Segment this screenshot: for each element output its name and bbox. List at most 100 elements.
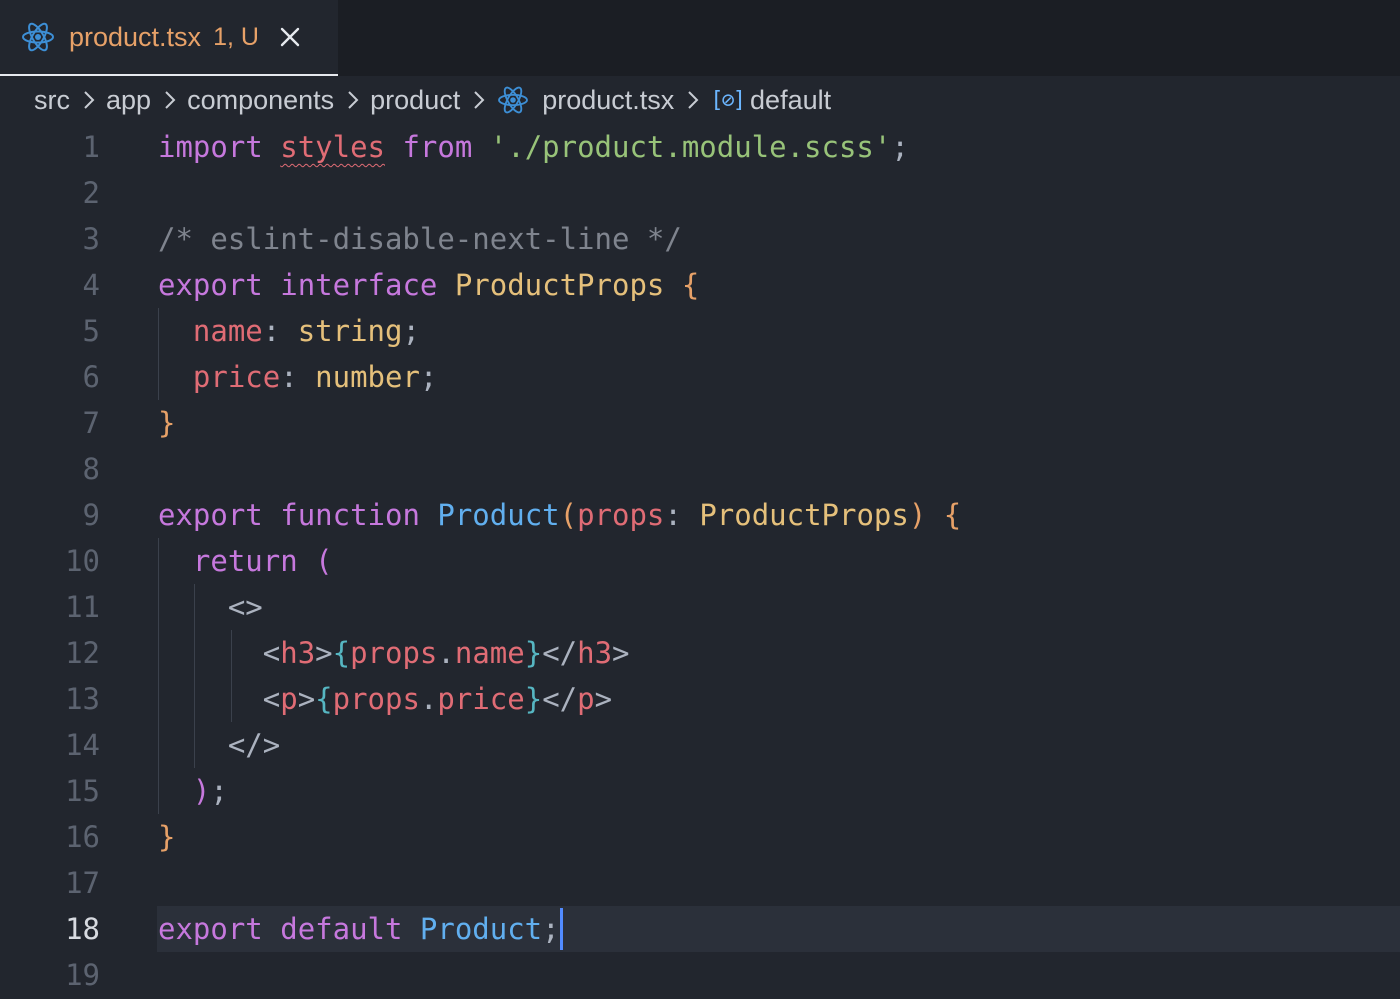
line-number: 14 xyxy=(65,728,100,762)
breadcrumb-symbol[interactable]: default xyxy=(750,85,831,116)
code-token: ; xyxy=(891,130,909,164)
code-token: export xyxy=(158,268,263,302)
code-line[interactable]: 19 xyxy=(0,952,1400,998)
code-line[interactable]: 3 /* eslint-disable-next-line */ xyxy=(0,216,1400,262)
code-text: export default Product; xyxy=(158,906,563,952)
breadcrumb-file[interactable]: product.tsx xyxy=(542,85,674,116)
close-icon[interactable] xyxy=(279,26,301,48)
code-token: </ xyxy=(542,682,578,716)
code-token: { xyxy=(681,268,700,302)
code-token: h3 xyxy=(577,636,613,670)
code-line[interactable]: 4 export interface ProductProps { xyxy=(0,262,1400,308)
code-token: : xyxy=(262,314,298,348)
react-icon xyxy=(498,86,529,114)
code-text: ); xyxy=(158,768,228,814)
line-number: 10 xyxy=(65,544,100,578)
code-line[interactable]: 14 </> xyxy=(0,722,1400,768)
code-line[interactable]: 17 xyxy=(0,860,1400,906)
code-text: return ( xyxy=(158,538,333,584)
code-token: price xyxy=(192,360,281,394)
tab-product-tsx[interactable]: product.tsx 1, U xyxy=(0,0,338,76)
code-token: ; xyxy=(210,774,228,808)
code-token: { xyxy=(315,682,333,716)
code-text: import styles from './product.module.scs… xyxy=(158,124,909,170)
code-line[interactable]: 2 xyxy=(0,170,1400,216)
code-token: ; xyxy=(542,912,560,946)
code-line[interactable]: 1 import styles from './product.module.sc… xyxy=(0,124,1400,170)
code-token: p xyxy=(577,682,595,716)
code-line[interactable]: 9 export function Product(props: ProductP… xyxy=(0,492,1400,538)
code-token: . xyxy=(419,682,438,716)
line-number: 5 xyxy=(82,314,100,348)
line-number: 1 xyxy=(82,130,100,164)
code-token: ) xyxy=(192,774,211,808)
code-token: ) xyxy=(908,498,927,532)
code-token: <> xyxy=(227,590,263,624)
breadcrumb-item-src[interactable]: src xyxy=(34,85,70,116)
code-token: : xyxy=(280,360,316,394)
code-text: } xyxy=(158,814,175,860)
code-token: props xyxy=(332,682,420,716)
tab-status-badge: 1, U xyxy=(213,22,259,51)
code-text: <h3>{props.name}</h3> xyxy=(158,630,630,676)
code-token: name xyxy=(454,636,525,670)
code-token: import xyxy=(158,130,263,164)
breadcrumb-item-app[interactable]: app xyxy=(106,85,151,116)
breadcrumb: src app components product product.tsx [… xyxy=(34,78,831,122)
code-token: from xyxy=(402,130,473,164)
tab-bar: product.tsx 1, U xyxy=(0,0,1400,76)
chevron-right-icon xyxy=(688,91,699,109)
code-line[interactable]: 16} xyxy=(0,814,1400,860)
chevron-right-icon xyxy=(165,91,176,109)
line-number: 19 xyxy=(65,958,100,992)
breadcrumb-item-components[interactable]: components xyxy=(187,85,334,116)
code-token: price xyxy=(437,682,525,716)
line-number: 15 xyxy=(65,774,100,808)
line-number: 2 xyxy=(82,176,100,210)
chevron-right-icon xyxy=(348,91,359,109)
code-line[interactable]: 11 <> xyxy=(0,584,1400,630)
code-line[interactable]: 7} xyxy=(0,400,1400,446)
code-line[interactable]: 15 ); xyxy=(0,768,1400,814)
chevron-right-icon xyxy=(84,91,95,109)
tab-filename: product.tsx xyxy=(69,21,202,52)
line-number: 13 xyxy=(65,682,100,716)
code-line[interactable]: 18 export default Product; xyxy=(0,906,1400,952)
code-token: > xyxy=(594,682,613,716)
react-icon xyxy=(22,22,54,52)
code-token: export xyxy=(158,912,263,946)
code-line[interactable]: 5 name: string; xyxy=(0,308,1400,354)
code-token: } xyxy=(158,820,176,854)
code-token: < xyxy=(262,636,281,670)
code-token: } xyxy=(524,636,543,670)
code-token: ( xyxy=(559,498,578,532)
code-line[interactable]: 8 xyxy=(0,446,1400,492)
code-line[interactable]: 10 return ( xyxy=(0,538,1400,584)
code-text: name: string; xyxy=(158,308,420,354)
code-token: export xyxy=(158,498,263,532)
code-line[interactable]: 13 <p>{props.price}</p> xyxy=(0,676,1400,722)
code-editor[interactable]: 1 import styles from './product.module.sc… xyxy=(0,124,1400,999)
code-token: p xyxy=(280,682,298,716)
code-text: export function Product(props: ProductPr… xyxy=(158,492,961,538)
code-token: > xyxy=(315,636,333,670)
code-line[interactable]: 6 price: number; xyxy=(0,354,1400,400)
code-token: ; xyxy=(402,314,420,348)
code-token: props xyxy=(350,636,438,670)
breadcrumb-item-product[interactable]: product xyxy=(370,85,460,116)
line-number: 12 xyxy=(65,636,100,670)
code-token: < xyxy=(262,682,281,716)
code-line[interactable]: 12 <h3>{props.name}</h3> xyxy=(0,630,1400,676)
